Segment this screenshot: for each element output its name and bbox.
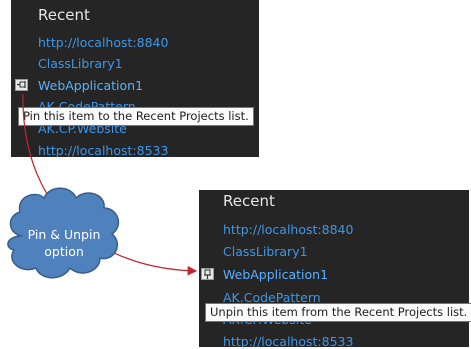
callout-label: Pin & Unpin option xyxy=(20,226,108,260)
callout-line-1: Pin & Unpin xyxy=(27,227,101,242)
callout-overlay xyxy=(7,93,198,279)
callout-line-2: option xyxy=(44,244,84,259)
